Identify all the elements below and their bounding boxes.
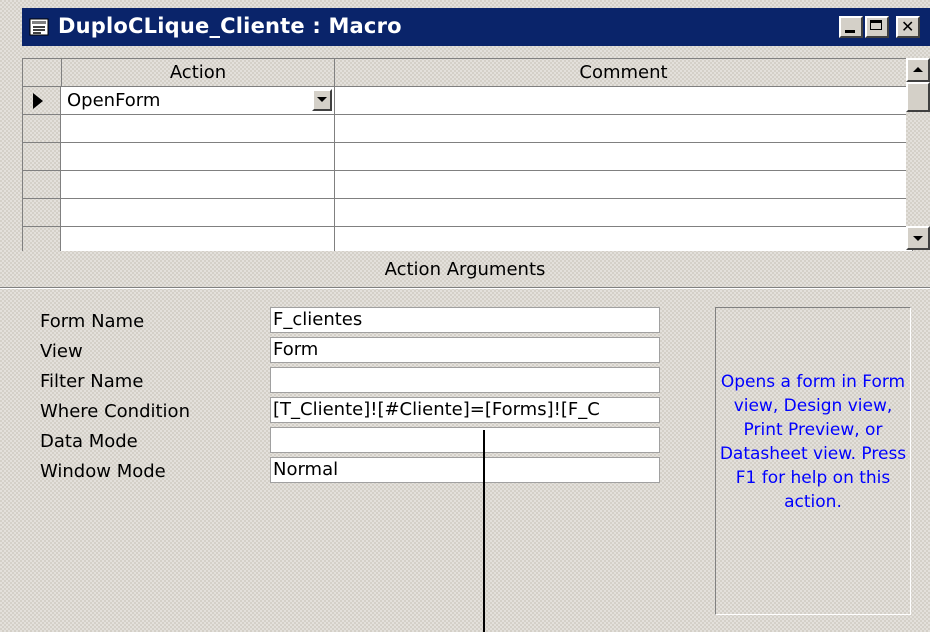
data-mode-field[interactable]: [270, 427, 660, 453]
minimize-icon: [845, 30, 855, 33]
vertical-scrollbar[interactable]: [906, 58, 930, 250]
action-cell-value: OpenForm: [67, 90, 161, 111]
divider: [0, 287, 930, 289]
action-column-header[interactable]: Action: [62, 59, 335, 87]
macro-row: [23, 143, 913, 171]
comment-cell[interactable]: [335, 199, 913, 227]
minimize-button[interactable]: [839, 16, 863, 38]
annotation-pointer-line: [483, 430, 485, 632]
form-name-label: Form Name: [40, 311, 145, 332]
data-mode-label: Data Mode: [40, 431, 138, 452]
action-cell[interactable]: [61, 199, 335, 227]
comment-cell[interactable]: [335, 227, 913, 251]
form-name-value: F_clientes: [273, 309, 363, 330]
filter-name-label: Filter Name: [40, 371, 144, 392]
row-selector[interactable]: [23, 227, 61, 251]
grid-corner[interactable]: [23, 59, 62, 87]
maximize-icon: [870, 20, 882, 30]
view-label: View: [40, 341, 83, 362]
macro-row: [23, 171, 913, 199]
row-selector[interactable]: [23, 199, 61, 227]
macro-row: [23, 227, 913, 251]
view-field[interactable]: Form: [270, 337, 660, 363]
comment-cell[interactable]: [335, 87, 913, 115]
action-cell[interactable]: [61, 115, 335, 143]
title-bar[interactable]: DuploCLique_Cliente : Macro ✕: [22, 8, 930, 46]
action-cell[interactable]: [61, 227, 335, 251]
maximize-button[interactable]: [865, 16, 889, 38]
chevron-up-icon: [913, 67, 923, 72]
action-cell[interactable]: [61, 171, 335, 199]
close-icon: ✕: [901, 17, 915, 36]
action-arguments-title: Action Arguments: [384, 259, 546, 280]
filter-name-field[interactable]: [270, 367, 660, 393]
where-condition-label: Where Condition: [40, 401, 190, 422]
row-selector[interactable]: [23, 115, 61, 143]
scroll-thumb[interactable]: [906, 82, 930, 112]
help-text: Opens a form in Form view, Design view, …: [719, 372, 907, 512]
macro-window: DuploCLique_Cliente : Macro ✕ Action Com…: [0, 0, 930, 632]
help-panel: Opens a form in Form view, Design view, …: [715, 307, 911, 615]
window-mode-value: Normal: [273, 459, 339, 480]
chevron-down-icon: [913, 236, 923, 241]
comment-cell[interactable]: [335, 115, 913, 143]
form-name-field[interactable]: F_clientes: [270, 307, 660, 333]
comment-cell[interactable]: [335, 143, 913, 171]
window-title: DuploCLique_Cliente : Macro: [58, 14, 402, 38]
window-mode-label: Window Mode: [40, 461, 166, 482]
view-value: Form: [273, 339, 319, 360]
row-selector[interactable]: [23, 171, 61, 199]
macro-icon: [29, 18, 49, 36]
grid-header: Action Comment: [23, 59, 913, 87]
window-mode-field[interactable]: Normal: [270, 457, 660, 483]
action-dropdown-button[interactable]: [312, 89, 332, 111]
current-row-pointer-icon: [33, 93, 43, 109]
close-button[interactable]: ✕: [896, 16, 920, 38]
comment-cell[interactable]: [335, 171, 913, 199]
macro-row: [23, 199, 913, 227]
row-selector[interactable]: [23, 87, 61, 115]
action-cell[interactable]: OpenForm: [61, 87, 335, 115]
comment-column-header[interactable]: Comment: [335, 59, 913, 87]
scroll-down-button[interactable]: [906, 226, 930, 250]
action-cell[interactable]: [61, 143, 335, 171]
macro-row: [23, 115, 913, 143]
macro-row: OpenForm: [23, 87, 913, 115]
row-selector[interactable]: [23, 143, 61, 171]
chevron-down-icon: [317, 97, 327, 102]
where-condition-value: [T_Cliente]![#Cliente]=[Forms]![F_C: [273, 399, 600, 420]
scroll-up-button[interactable]: [906, 58, 930, 82]
where-condition-field[interactable]: [T_Cliente]![#Cliente]=[Forms]![F_C: [270, 397, 660, 423]
macro-grid: Action Comment OpenForm: [22, 58, 913, 251]
